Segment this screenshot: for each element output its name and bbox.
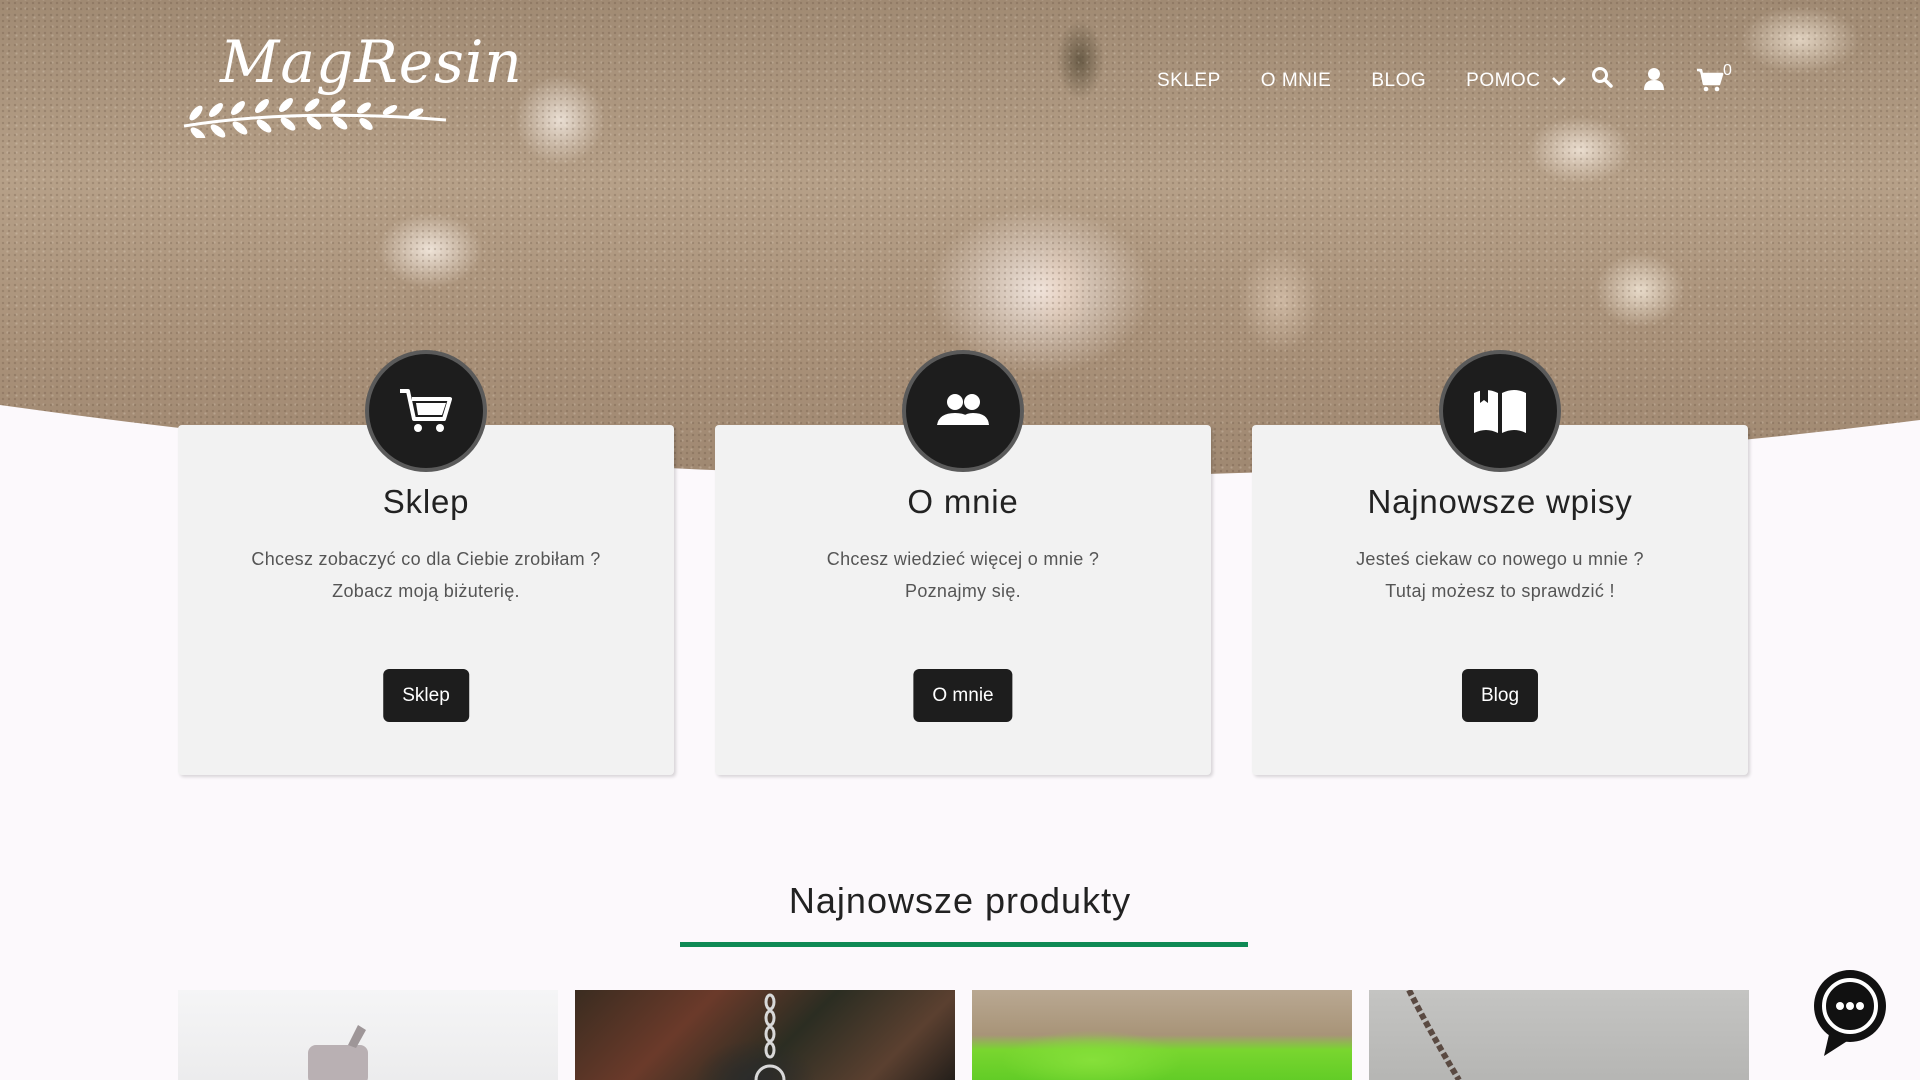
card-description-line-1: Chcesz wiedzieć więcej o mnie ? bbox=[826, 549, 1100, 569]
main-navigation: SKLEP O MNIE BLOG POMOC bbox=[1157, 70, 1567, 92]
blog-button[interactable]: Blog bbox=[1461, 669, 1539, 722]
card-shop: Sklep Chcesz zobaczyć co dla Ciebie zrob… bbox=[178, 350, 674, 775]
card-about: O mnie Chcesz wiedzieć więcej o mnie ? P… bbox=[715, 350, 1211, 775]
about-button[interactable]: O mnie bbox=[913, 669, 1013, 722]
card-description-line-1: Chcesz zobaczyć co dla Ciebie zrobiłam ? bbox=[251, 549, 601, 569]
users-icon bbox=[937, 394, 989, 425]
nav-item-pomoc-label: POMOC bbox=[1466, 70, 1541, 91]
card-description-line-2: Poznajmy się. bbox=[905, 581, 1021, 601]
shop-button[interactable]: Sklep bbox=[383, 669, 469, 722]
search-icon[interactable] bbox=[1591, 66, 1613, 88]
page: MagResin SKLEP O MNIE BLOG POMOC 0 Sklep… bbox=[0, 0, 1920, 1080]
chat-bubble-icon[interactable] bbox=[1810, 968, 1890, 1060]
product-thumbnail[interactable] bbox=[178, 990, 558, 1080]
product-thumbnail[interactable] bbox=[972, 990, 1352, 1080]
card-description-line-2: Zobacz moją biżuterię. bbox=[332, 581, 520, 601]
nav-item-blog[interactable]: BLOG bbox=[1371, 70, 1426, 92]
product-thumbnail[interactable] bbox=[1369, 990, 1749, 1080]
cart-count-badge: 0 bbox=[1723, 62, 1732, 79]
card-description: Jesteś ciekaw co nowego u mnie ? Tutaj m… bbox=[1252, 543, 1748, 607]
open-book-icon bbox=[1474, 389, 1526, 433]
card-latest-posts: Najnowsze wpisy Jesteś ciekaw co nowego … bbox=[1252, 350, 1748, 775]
product-thumbnail[interactable] bbox=[575, 990, 955, 1080]
section-underline bbox=[680, 942, 1248, 947]
card-title: Sklep bbox=[382, 483, 470, 520]
logo[interactable]: MagResin bbox=[176, 28, 522, 138]
nav-item-sklep[interactable]: SKLEP bbox=[1157, 70, 1221, 92]
card-description-line-2: Tutaj możesz to sprawdzić ! bbox=[1385, 581, 1615, 601]
shopping-cart-icon bbox=[400, 389, 452, 432]
card-description: Chcesz zobaczyć co dla Ciebie zrobiłam ?… bbox=[178, 543, 674, 607]
card-icon-circle bbox=[902, 350, 1024, 472]
card-description: Chcesz wiedzieć więcej o mnie ? Poznajmy… bbox=[715, 543, 1211, 607]
chain-image bbox=[1406, 990, 1462, 1080]
chevron-down-icon bbox=[1552, 77, 1567, 86]
section-title: Najnowsze produkty bbox=[788, 880, 1132, 921]
card-icon-circle bbox=[365, 350, 487, 472]
card-icon-circle bbox=[1439, 350, 1561, 472]
card-description-line-1: Jesteś ciekaw co nowego u mnie ? bbox=[1356, 549, 1644, 569]
card-title: O mnie bbox=[907, 483, 1019, 520]
chain-image bbox=[754, 993, 786, 1080]
shopping-cart-icon[interactable] bbox=[1696, 68, 1724, 92]
card-title: Najnowsze wpisy bbox=[1367, 483, 1633, 520]
nav-item-o-mnie[interactable]: O MNIE bbox=[1261, 70, 1332, 92]
user-account-icon[interactable] bbox=[1643, 67, 1665, 91]
pendant-image bbox=[308, 1025, 368, 1080]
laurel-branch-icon bbox=[183, 98, 447, 138]
nav-item-pomoc[interactable]: POMOC bbox=[1466, 70, 1567, 92]
